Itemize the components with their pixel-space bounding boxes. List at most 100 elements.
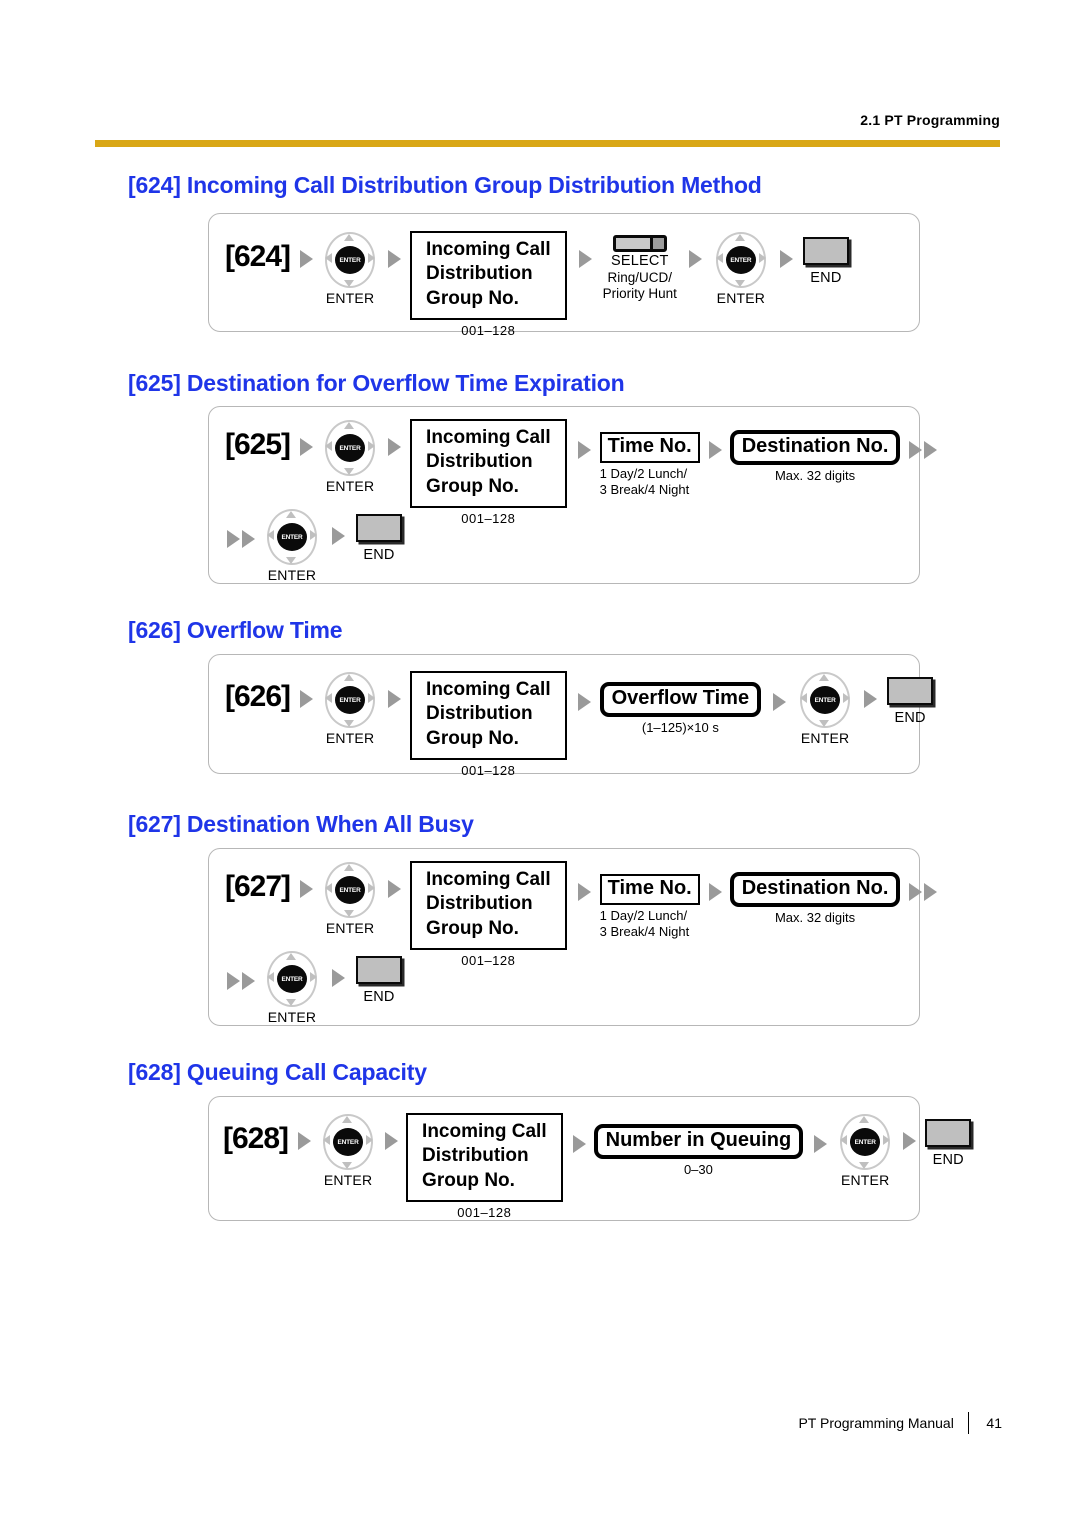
flow-arrow-icon [332, 527, 345, 545]
header-rule [95, 140, 1000, 147]
section-title-626: [626] Overflow Time [128, 617, 343, 643]
select-key-right [652, 238, 664, 249]
enter-caption: ENTER [716, 290, 766, 306]
end-key-624[interactable]: END [802, 237, 849, 286]
navigator-enter-icon[interactable]: ENTER [322, 671, 378, 729]
enter-key-1[interactable]: ENTER ENTER [320, 1113, 376, 1188]
flow-arrow-icon [242, 530, 255, 548]
enter-key-1[interactable]: ENTER ENTER [322, 671, 378, 746]
enter-button-text: ENTER [339, 444, 361, 452]
overflow-time-field[interactable]: Overflow Time (1–125)×10 s [599, 682, 762, 736]
destination-no-field-625[interactable]: Destination No. Max. 32 digits [729, 430, 901, 484]
time-no-box[interactable]: Time No. [599, 432, 700, 463]
navigator-enter-icon[interactable]: ENTER [713, 231, 769, 289]
arrow-up-icon [734, 234, 745, 241]
arrow-right-icon [368, 441, 376, 451]
enter-button-center[interactable]: ENTER [277, 523, 307, 551]
group-box-line-2: Distribution [426, 893, 533, 915]
end-key-icon[interactable] [802, 237, 849, 265]
end-caption: END [363, 989, 395, 1005]
flow-arrow-icon [572, 1135, 586, 1153]
destination-no-box[interactable]: Destination No. [729, 872, 901, 907]
enter-key-2[interactable]: ENTER ENTER [837, 1113, 893, 1188]
navigator-enter-icon[interactable]: ENTER [264, 508, 320, 566]
group-box-range: 001–128 [461, 952, 516, 968]
page-footer: PT Programming Manual 41 [798, 1412, 1002, 1434]
enter-button-center[interactable]: ENTER [277, 965, 307, 993]
flow-arrow-icon [227, 530, 240, 548]
navigator-enter-icon[interactable]: ENTER [322, 231, 378, 289]
number-in-queuing-box[interactable]: Number in Queuing [593, 1124, 804, 1159]
enter-button-text: ENTER [339, 256, 361, 264]
navigator-enter-icon[interactable]: ENTER [264, 950, 320, 1008]
time-no-field-627[interactable]: Time No. 1 Day/2 Lunch/ 3 Break/4 Night [599, 874, 700, 940]
enter-button-text: ENTER [854, 1138, 876, 1146]
flow-diagram-624: [624] ENTER ENTER Incoming Call Distribu… [208, 213, 920, 338]
enter-key-1[interactable]: ENTER ENTER [322, 419, 378, 494]
enter-key-2[interactable]: ENTER ENTER [797, 671, 853, 746]
end-key-627[interactable]: END [356, 956, 402, 1005]
end-key-626[interactable]: END [887, 677, 934, 726]
section-title-624: [624] Incoming Call Distribution Group D… [128, 172, 762, 198]
end-key-icon[interactable] [925, 1119, 972, 1147]
enter-button-center[interactable]: ENTER [335, 686, 366, 714]
end-key-625[interactable]: END [356, 514, 402, 563]
arrow-down-icon [286, 999, 296, 1006]
enter-key-2[interactable]: ENTER ENTER [264, 508, 320, 583]
enter-button-center[interactable]: ENTER [810, 686, 841, 714]
enter-key-1[interactable]: ENTER ENTER [322, 861, 378, 936]
arrow-down-icon [734, 280, 745, 287]
group-no-box: Incoming Call Distribution Group No. [410, 419, 567, 508]
overflow-time-box[interactable]: Overflow Time [599, 682, 762, 717]
flow-arrow-icon [577, 883, 591, 901]
navigator-enter-icon[interactable]: ENTER [837, 1113, 893, 1171]
time-no-field-625[interactable]: Time No. 1 Day/2 Lunch/ 3 Break/4 Night [599, 432, 700, 498]
enter-caption: ENTER [325, 290, 375, 306]
arrow-down-icon [344, 468, 355, 475]
arrow-up-icon [859, 1116, 870, 1123]
arrow-down-icon [859, 1162, 870, 1169]
enter-key-2[interactable]: ENTER ENTER [264, 950, 320, 1025]
destination-no-label: Destination No. [741, 435, 889, 457]
enter-key-1[interactable]: ENTER ENTER [322, 231, 378, 306]
flow-arrow-icon [909, 441, 923, 459]
flow-diagram-627: [627] ENTER ENTER Incoming Call Distribu… [208, 848, 938, 1026]
flow-arrow-icon [332, 969, 345, 987]
group-box-range: 001–128 [461, 322, 516, 338]
enter-button-center[interactable]: ENTER [333, 1128, 364, 1156]
end-key-icon[interactable] [887, 677, 934, 705]
flow-arrow-icon [578, 250, 592, 268]
footer-manual-title: PT Programming Manual [798, 1415, 954, 1431]
select-key-624[interactable]: SELECT Ring/UCD/ Priority Hunt [603, 235, 677, 302]
arrow-right-icon [310, 530, 317, 540]
end-key-icon[interactable] [356, 514, 402, 542]
enter-button-center[interactable]: ENTER [335, 246, 366, 274]
flow-arrow-icon [909, 883, 923, 901]
enter-key-2[interactable]: ENTER ENTER [713, 231, 769, 306]
enter-button-center[interactable]: ENTER [335, 434, 366, 462]
destination-no-field-627[interactable]: Destination No. Max. 32 digits [729, 872, 901, 926]
enter-button-center[interactable]: ENTER [725, 246, 756, 274]
select-note-line-2: Priority Hunt [602, 286, 677, 302]
enter-button-text: ENTER [337, 1138, 359, 1146]
select-key-icon[interactable] [612, 235, 667, 252]
enter-button-text: ENTER [730, 256, 752, 264]
enter-button-center[interactable]: ENTER [850, 1128, 881, 1156]
navigator-enter-icon[interactable]: ENTER [322, 861, 378, 919]
group-no-box-624: Incoming Call Distribution Group No. 001… [410, 231, 567, 338]
flow-diagram-626: [626] ENTER ENTER Incoming Call Distribu… [208, 654, 934, 778]
navigator-enter-icon[interactable]: ENTER [797, 671, 853, 729]
arrow-up-icon [286, 953, 296, 960]
navigator-enter-icon[interactable]: ENTER [322, 419, 378, 477]
time-no-box[interactable]: Time No. [599, 874, 700, 905]
end-key-icon[interactable] [356, 956, 402, 984]
program-code-628: [628] [223, 1122, 289, 1155]
enter-caption: ENTER [325, 920, 375, 936]
enter-button-center[interactable]: ENTER [335, 876, 366, 904]
destination-no-box[interactable]: Destination No. [729, 430, 901, 465]
number-in-queuing-field[interactable]: Number in Queuing 0–30 [593, 1124, 804, 1178]
group-no-box: Incoming Call Distribution Group No. [410, 671, 567, 760]
end-key-628[interactable]: END [925, 1119, 972, 1168]
navigator-enter-icon[interactable]: ENTER [320, 1113, 376, 1171]
group-box-line-1: Incoming Call [422, 1121, 547, 1142]
